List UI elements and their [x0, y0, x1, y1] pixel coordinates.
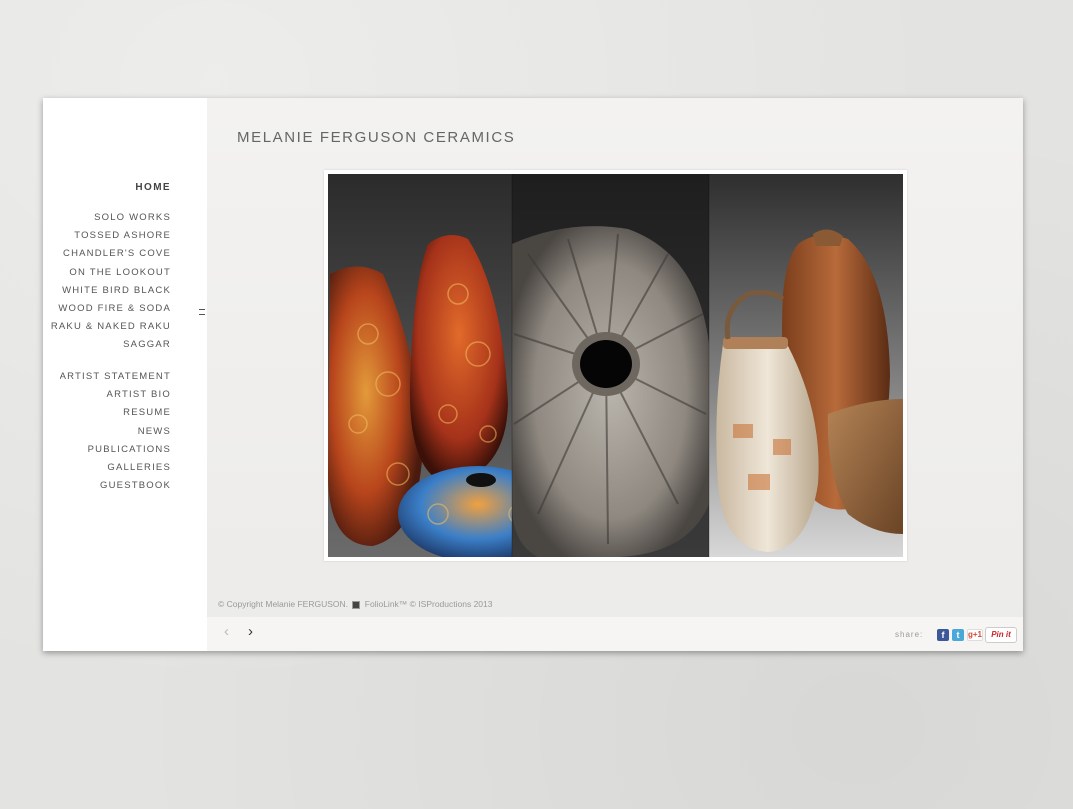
google-plus-icon[interactable]: g+1 — [967, 629, 983, 641]
chevron-right-icon[interactable]: › — [248, 623, 253, 640]
drag-handle-icon[interactable] — [199, 309, 205, 315]
nav-item-galleries[interactable]: GALLERIES — [60, 459, 171, 477]
copyright-owner: © Copyright Melanie FERGUSON. — [218, 599, 349, 609]
foliolink-icon — [352, 600, 361, 609]
nav-item-on-the-lookout[interactable]: ON THE LOOKOUT — [51, 264, 171, 282]
share-label: share: — [895, 630, 924, 639]
nav-item-artist-bio[interactable]: ARTIST BIO — [60, 386, 171, 404]
nav-item-saggar[interactable]: SAGGAR — [51, 336, 171, 354]
nav-item-tossed-ashore[interactable]: TOSSED ASHORE — [51, 227, 171, 245]
nav-item-resume[interactable]: RESUME — [60, 404, 171, 422]
featured-image-frame — [324, 170, 907, 561]
nav-item-raku[interactable]: RAKU & NAKED RAKU — [51, 318, 171, 336]
copyright-text: © Copyright Melanie FERGUSON. FolioLink™… — [218, 599, 492, 609]
site-frame: HOME SOLO WORKS TOSSED ASHORE CHANDLER'S… — [43, 98, 1023, 651]
nav-item-wood-fire-soda[interactable]: WOOD FIRE & SODA — [51, 300, 171, 318]
info-nav: ARTIST STATEMENT ARTIST BIO RESUME NEWS … — [60, 368, 171, 488]
nav-home[interactable]: HOME — [135, 182, 171, 193]
main-content: MELANIE FERGUSON CERAMICS © Copyright Me… — [207, 98, 1023, 651]
nav-item-guestbook[interactable]: GUESTBOOK — [60, 477, 171, 488]
bottom-toolbar: ‹ › share: f t g+1 Pin it — [207, 617, 1023, 651]
nav-item-chandlers-cove[interactable]: CHANDLER'S COVE — [51, 245, 171, 263]
nav-item-artist-statement[interactable]: ARTIST STATEMENT — [60, 368, 171, 386]
twitter-icon[interactable]: t — [952, 629, 964, 641]
nav-item-news[interactable]: NEWS — [60, 423, 171, 441]
nav-item-solo-works[interactable]: SOLO WORKS — [51, 209, 171, 227]
foliolink-link[interactable]: FolioLink™ © ISProductions 2013 — [365, 599, 493, 609]
pinterest-icon[interactable]: Pin it — [985, 627, 1017, 643]
sidebar: HOME SOLO WORKS TOSSED ASHORE CHANDLER'S… — [43, 98, 207, 651]
chevron-left-icon[interactable]: ‹ — [224, 623, 229, 640]
featured-image[interactable] — [328, 174, 903, 557]
nav-item-white-bird-black[interactable]: WHITE BIRD BLACK — [51, 282, 171, 300]
portfolio-nav: SOLO WORKS TOSSED ASHORE CHANDLER'S COVE… — [51, 209, 171, 355]
nav-item-publications[interactable]: PUBLICATIONS — [60, 441, 171, 459]
facebook-icon[interactable]: f — [937, 629, 949, 641]
site-title[interactable]: MELANIE FERGUSON CERAMICS — [237, 129, 515, 146]
